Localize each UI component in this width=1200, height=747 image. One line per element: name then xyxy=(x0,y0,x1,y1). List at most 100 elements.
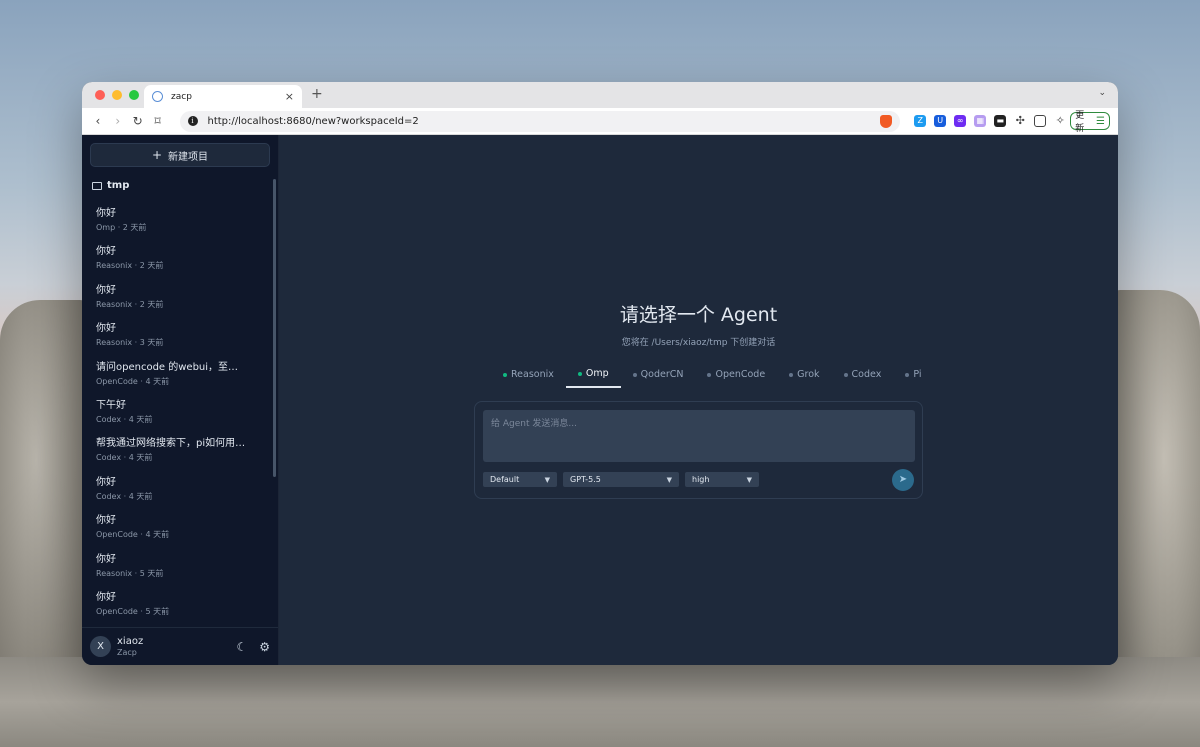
desktop-rock-right xyxy=(1110,290,1200,710)
conversation-title: 你好 xyxy=(96,553,116,565)
project-folder[interactable]: tmp xyxy=(92,180,278,191)
page-title: 请选择一个 Agent xyxy=(619,304,778,326)
update-button[interactable]: 更新 ☰ xyxy=(1070,111,1110,134)
agent-label: Pi xyxy=(913,369,922,380)
desktop-ground xyxy=(0,657,1200,747)
status-dot xyxy=(843,372,848,377)
conversation-item[interactable]: 你好 Reasonix · 2 天前 xyxy=(82,239,272,277)
extension-dark-icon[interactable]: ▬ xyxy=(994,115,1007,127)
status-dot xyxy=(905,372,910,377)
new-project-label: 新建项目 xyxy=(168,151,209,163)
agent-label: QoderCN xyxy=(640,369,684,380)
avatar[interactable]: X xyxy=(90,636,111,657)
conversation-item[interactable]: 帮我通过网络搜索下，pi如何用a... Codex · 4 天前 xyxy=(82,431,272,469)
tab-codex[interactable]: Codex xyxy=(832,364,894,388)
sidebar: + 新建项目 tmp 你好 Omp · 2 天前 你好 Reasonix · 2… xyxy=(82,135,279,665)
mode-select[interactable]: Default ▼ xyxy=(483,472,557,487)
user-subtitle: Zacp xyxy=(117,648,137,657)
send-button[interactable]: ➤ xyxy=(892,469,914,491)
model-select[interactable]: GPT-5.5 ▼ xyxy=(563,472,679,487)
tab-pi[interactable]: Pi xyxy=(893,364,933,388)
folder-name: tmp xyxy=(107,180,130,191)
window-controls xyxy=(95,90,139,100)
conversation-meta: OpenCode · 4 天前 xyxy=(96,530,170,540)
folder-icon xyxy=(92,181,102,190)
conversation-title: 下午好 xyxy=(96,399,126,411)
message-input[interactable] xyxy=(483,410,915,462)
extension-lilac-icon[interactable]: ▦ xyxy=(974,115,987,127)
reload-icon[interactable]: ↻ xyxy=(130,114,146,128)
conversation-item[interactable]: 你好 Reasonix · 2 天前 xyxy=(82,278,272,316)
ai-sparkle-icon[interactable]: ✧ xyxy=(1054,115,1066,127)
extension-purple-icon[interactable]: ∞ xyxy=(954,115,967,127)
conversation-item[interactable]: 你好 OpenCode · 4 天前 xyxy=(82,508,272,546)
conversation-item[interactable]: 你好 Reasonix · 3 天前 xyxy=(82,316,272,354)
conversation-item[interactable]: 请问opencode 的webui，至多多... OpenCode · 4 天前 xyxy=(82,355,272,393)
conversation-meta: Reasonix · 2 天前 xyxy=(96,299,164,309)
tab-opencode[interactable]: OpenCode xyxy=(695,364,777,388)
url-text: http://localhost:8680/new?workspaceId=2 xyxy=(207,115,419,127)
gear-icon[interactable]: ⚙ xyxy=(259,640,270,654)
conversation-title: 你好 xyxy=(96,246,116,258)
conversation-meta: OpenCode · 5 天前 xyxy=(96,606,170,616)
conversation-meta: Reasonix · 2 天前 xyxy=(96,261,164,271)
new-project-button[interactable]: + 新建项目 xyxy=(90,143,270,167)
agent-label: OpenCode xyxy=(715,369,766,380)
mode-value: Default xyxy=(490,475,520,484)
extension-bitwarden-icon[interactable]: U xyxy=(934,115,947,127)
bookmark-icon[interactable]: ⌑ xyxy=(150,114,166,128)
conversation-list: 你好 Omp · 2 天前 你好 Reasonix · 2 天前 你好 Reas… xyxy=(82,201,272,623)
tab-qodercn[interactable]: QoderCN xyxy=(621,364,696,388)
status-dot xyxy=(503,372,507,377)
status-dot xyxy=(577,371,582,376)
app-body: + 新建项目 tmp 你好 Omp · 2 天前 你好 Reasonix · 2… xyxy=(82,135,1118,665)
status-dot xyxy=(789,372,794,377)
tab-omp[interactable]: Omp xyxy=(565,364,621,388)
effort-value: high xyxy=(692,475,710,484)
conversation-meta: Codex · 4 天前 xyxy=(96,453,153,463)
status-dot xyxy=(707,372,712,377)
site-info-icon[interactable]: i xyxy=(187,116,198,126)
sidebar-toggle-icon[interactable] xyxy=(1034,115,1047,127)
forward-icon[interactable]: › xyxy=(110,114,126,128)
close-tab-icon[interactable]: × xyxy=(285,90,294,103)
effort-select[interactable]: high ▼ xyxy=(685,472,759,487)
conversation-item[interactable]: 下午好 Codex · 4 天前 xyxy=(82,393,272,431)
back-icon[interactable]: ‹ xyxy=(90,114,106,128)
moon-icon[interactable]: ☾ xyxy=(236,640,247,654)
new-tab-button[interactable]: + xyxy=(311,86,323,102)
tab-list-chevron-icon[interactable]: ⌄ xyxy=(1098,88,1106,98)
conversation-item[interactable]: 你好 OpenCode · 5 天前 xyxy=(82,585,272,623)
sidebar-scrollbar[interactable] xyxy=(273,179,276,477)
conversation-item[interactable]: 你好 Codex · 4 天前 xyxy=(82,470,272,508)
tab-grok[interactable]: Grok xyxy=(777,364,831,388)
browser-tab[interactable]: zacp × xyxy=(144,85,302,108)
extension-z-icon[interactable]: Z xyxy=(914,115,927,127)
user-name: xiaoz xyxy=(117,636,144,647)
main-panel: 请选择一个 Agent 您将在 /Users/xiaoz/tmp 下创建对话 R… xyxy=(279,135,1118,665)
agent-tabs: Reasonix Omp QoderCN OpenCode Grok Codex… xyxy=(491,364,934,388)
desktop-rock-left xyxy=(0,300,90,700)
message-composer: Default ▼ GPT-5.5 ▼ high ▼ ➤ xyxy=(474,401,923,499)
agent-label: Grok xyxy=(797,369,820,380)
extensions-puzzle-icon[interactable]: ✣ xyxy=(1014,115,1026,127)
conversation-item[interactable]: 你好 Reasonix · 5 天前 xyxy=(82,547,272,585)
conversation-meta: Reasonix · 3 天前 xyxy=(96,338,164,348)
conversation-meta: OpenCode · 4 天前 xyxy=(96,376,170,386)
tab-reasonix[interactable]: Reasonix xyxy=(491,364,566,388)
url-field[interactable]: i http://localhost:8680/new?workspaceId=… xyxy=(179,110,901,132)
menu-icon: ☰ xyxy=(1096,115,1105,127)
update-label: 更新 xyxy=(1075,111,1085,134)
conversation-meta: Omp · 2 天前 xyxy=(96,223,147,232)
conversation-title: 你好 xyxy=(96,591,116,603)
brave-shield-icon[interactable] xyxy=(880,114,893,128)
conversation-meta: Codex · 4 天前 xyxy=(96,491,153,501)
conversation-item[interactable]: 你好 Omp · 2 天前 xyxy=(82,201,272,239)
close-window-button[interactable] xyxy=(95,90,105,100)
zoom-window-button[interactable] xyxy=(129,90,139,100)
conversation-title: 你好 xyxy=(96,323,116,335)
minimize-window-button[interactable] xyxy=(112,90,122,100)
agent-label: Reasonix xyxy=(511,369,554,380)
tab-bar: zacp × + ⌄ xyxy=(82,82,1118,108)
chevron-down-icon: ▼ xyxy=(544,475,550,484)
